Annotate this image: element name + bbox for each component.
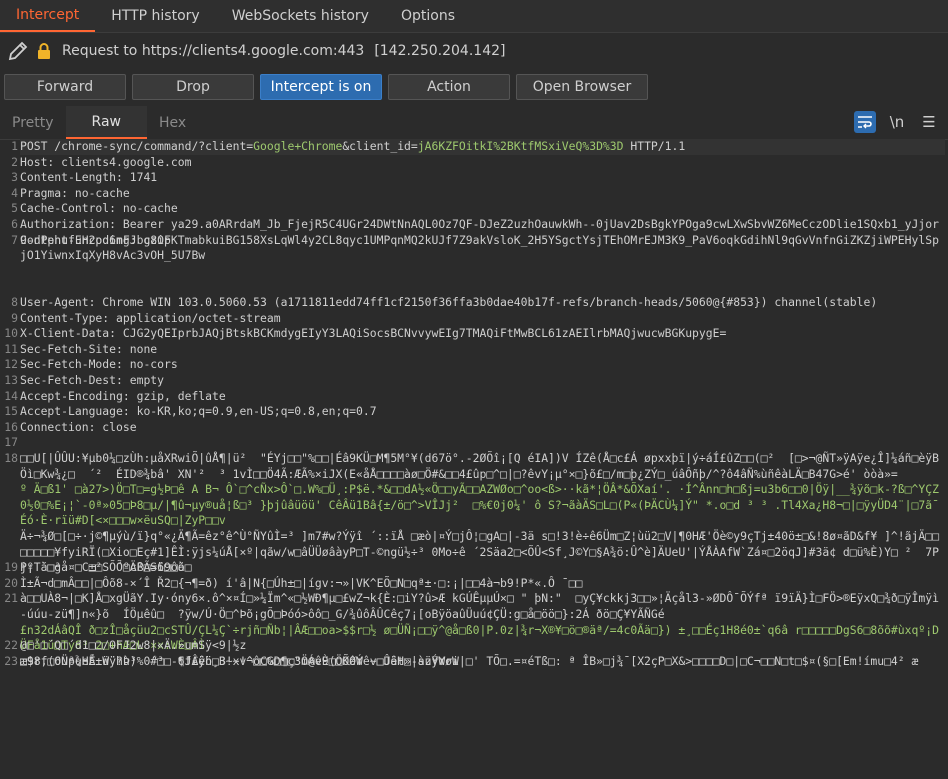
line-number: 23 xyxy=(4,653,18,668)
drop-button[interactable]: Drop xyxy=(132,74,254,100)
proxy-tabs: Intercept HTTP history WebSockets histor… xyxy=(0,0,948,33)
menu-icon[interactable]: ☰ xyxy=(918,113,940,131)
line-number: 6 xyxy=(11,217,18,231)
tab-raw[interactable]: Raw xyxy=(65,106,147,139)
code-segment: º Ä□ß1' □à27>)Ö□T□=g½Þ□ê A B¬ Ô`□^cÑx>Ô`… xyxy=(20,482,939,528)
code-line: POST /chrome-sync/command/?client=Google… xyxy=(20,139,945,155)
code-line: Content-Length: 1741 xyxy=(20,170,158,185)
lock-icon xyxy=(38,43,50,59)
code-segment: HTTP/1.1 xyxy=(623,139,686,153)
line-number: 17 xyxy=(4,435,18,450)
code-line: Connection: close xyxy=(20,419,137,434)
line-number: 8 xyxy=(11,295,18,309)
action-button[interactable]: Action xyxy=(388,74,510,100)
code-line: Accept-Encoding: gzip, deflate xyxy=(20,388,226,403)
code-line: Content-Type: application/octet-stream xyxy=(20,310,281,325)
burp-proxy-window: Intercept HTTP history WebSockets histor… xyxy=(0,0,948,779)
code-line: Sec-Fetch-Site: none xyxy=(20,341,158,356)
tab-intercept[interactable]: Intercept xyxy=(0,0,96,32)
tab-options[interactable]: Options xyxy=(385,0,471,32)
code-segment: jº ä□² □C□□SÕÕ□cP□Sï9□õ□ xyxy=(20,560,192,575)
tab-http-history[interactable]: HTTP history xyxy=(95,0,215,32)
code-line: User-Agent: Chrome WIN 103.0.5060.53 (a1… xyxy=(20,295,878,309)
line-number: 5 xyxy=(11,201,18,216)
code-segment: æ98f(6Üª¾HÃ±ü¨?Þ)%0#³ ¶JÂêh¸3!~!^□C%□¶□3… xyxy=(20,653,459,668)
line-number: 1 xyxy=(11,139,18,153)
line-number: 14 xyxy=(4,388,18,403)
request-info-bar: Request to https://clients4.google.com:4… xyxy=(0,33,948,69)
line-number: 16 xyxy=(4,419,18,434)
newline-toggle-icon[interactable]: \n xyxy=(886,113,908,131)
code-line: æ98f(6Üª¾HÃ±ü¨?Þ)%0#³ ¶JÂêh¸3!~!^□C%□¶□3… xyxy=(20,654,945,670)
line-number: 13 xyxy=(4,373,18,387)
code-line: Host: clients4.google.com xyxy=(20,154,192,169)
forward-button[interactable]: Forward xyxy=(4,74,126,100)
code-segment: □□U[|ÛÛU:¥µb0¼□zÙh:µåXRwiÕ|ûÅ¶|ü² "ÉYj□□… xyxy=(20,451,939,481)
open-browser-button[interactable]: Open Browser xyxy=(516,74,648,100)
message-view-tabs: Pretty Raw Hex \n ☰ xyxy=(0,106,948,140)
code-segment: Google+Chrome xyxy=(253,139,343,153)
code-segment: &client_id= xyxy=(342,139,418,153)
pencil-icon[interactable] xyxy=(6,39,30,63)
line-number: 20 xyxy=(4,575,18,590)
code-line: X-Client-Data: CJG2yQEIprbJAQjBtskBCKmdy… xyxy=(20,326,727,341)
line-number: 11 xyxy=(4,341,18,356)
code-segment: Ì±Ã¬d□mÂ□□|□Ôõ8-×´Î Ř2□{¬¶=ð) í'â|N{□Úh±… xyxy=(20,575,583,590)
request-ip-label: [142.250.204.142] xyxy=(374,43,506,59)
code-line: Sec-Fetch-Dest: empty xyxy=(20,373,165,387)
raw-message-editor[interactable]: 1 POST /chrome-sync/command/?client=Googl… xyxy=(0,139,948,779)
code-line: Cache-Control: no-cache xyxy=(20,201,178,216)
word-wrap-icon[interactable] xyxy=(854,111,876,133)
line-number: 12 xyxy=(4,357,18,372)
tab-pretty[interactable]: Pretty xyxy=(0,106,66,139)
intercept-toggle-button[interactable]: Intercept is on xyxy=(260,74,382,100)
line-number: 18 xyxy=(4,451,18,465)
line-number: 10 xyxy=(4,326,18,341)
line-number: 21 xyxy=(4,591,18,606)
code-line: Sec-Fetch-Mode: no-cors xyxy=(20,357,178,372)
line-number: 15 xyxy=(4,404,18,419)
line-number: 9 xyxy=(11,310,18,325)
line-number: 7 xyxy=(11,232,18,247)
code-segment: à□□UÀ8¬|□K]Å□xgÜãY.Iy·óny6×.ô^×¤Í□»¼Ïm^«… xyxy=(20,591,939,621)
code-segment: @□'□´Q□´d1□□/OFJ2w8|«Ä.»umSÿ<9|½z xyxy=(20,638,247,653)
line-number: 4 xyxy=(11,185,18,200)
code-segment: jA6KZFOitkI%2BKtfMSxiVeQ%3D%3D xyxy=(417,139,624,153)
request-url-label: Request to https://clients4.google.com:4… xyxy=(62,43,365,59)
tab-websockets-history[interactable]: WebSockets history xyxy=(216,0,385,32)
code-line: Content-Encoding: gzip xyxy=(20,232,171,247)
tab-hex[interactable]: Hex xyxy=(147,106,198,139)
code-line: @□'□´Q□´d1□□/OFJ2w8|«Ä.»umSÿ<9|½z xyxy=(20,638,945,654)
code-line: Pragma: no-cache xyxy=(20,185,130,200)
line-number: 19 xyxy=(4,560,18,575)
code-line: jº ä□² □C□□SÕÕ□cP□Sï9□õ□ xyxy=(20,560,945,576)
line-number: 2 xyxy=(11,154,18,169)
code-segment: POST /chrome-sync/command/?client= xyxy=(20,139,254,153)
line-number: 22 xyxy=(4,638,18,653)
line-number: 3 xyxy=(11,170,18,185)
intercept-toolbar: Forward Drop Intercept is on Action Open… xyxy=(0,69,948,105)
code-line: Accept-Language: ko-KR,ko;q=0.9,en-US;q=… xyxy=(20,404,377,419)
view-tools: \n ☰ xyxy=(854,111,940,133)
